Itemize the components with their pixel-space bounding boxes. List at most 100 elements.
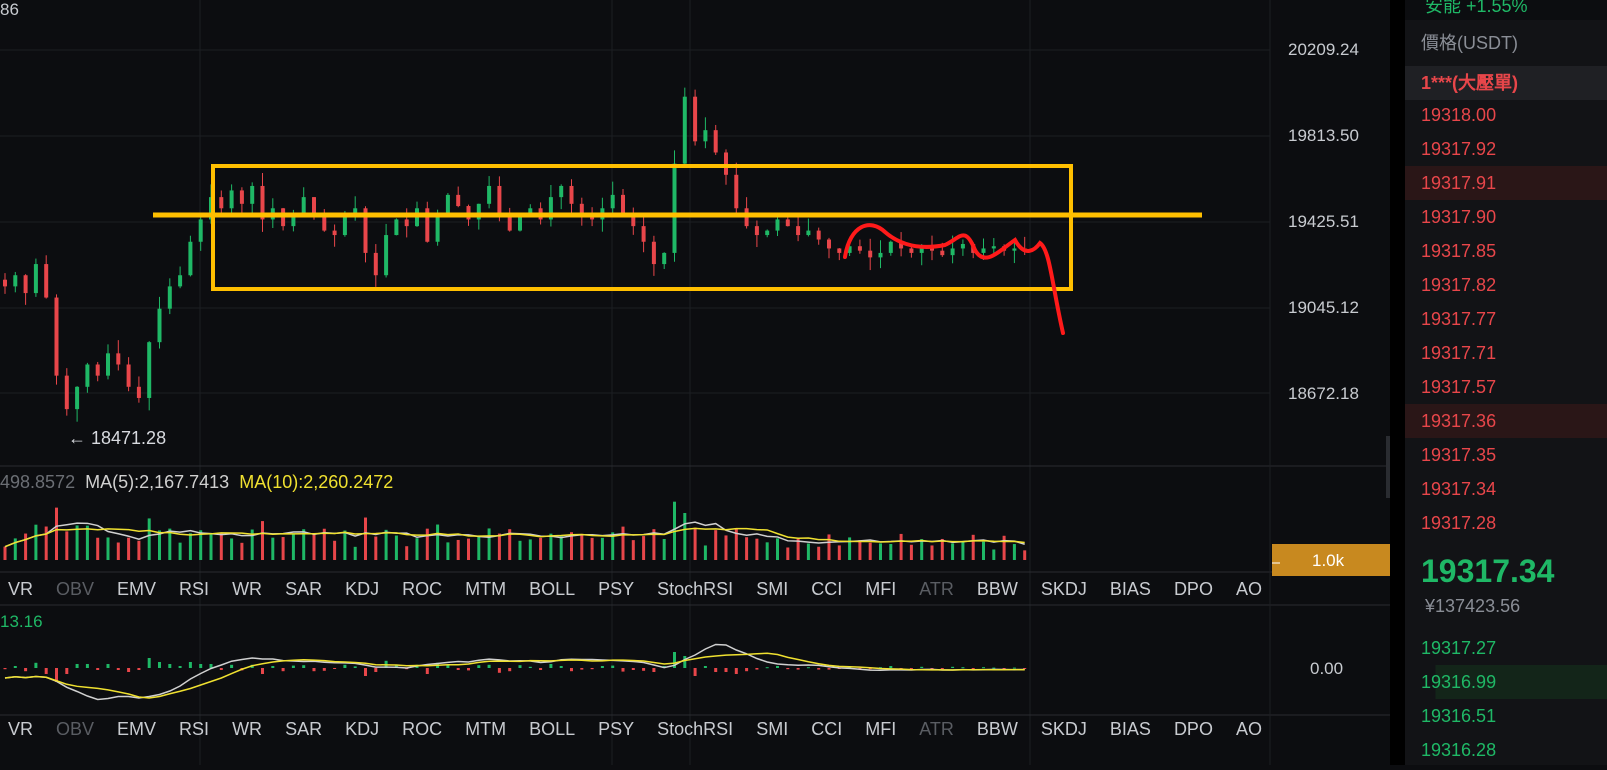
tab-bias[interactable]: BIAS <box>1110 579 1151 600</box>
tab-rsi[interactable]: RSI <box>179 579 209 600</box>
tab-bbw[interactable]: BBW <box>977 579 1018 600</box>
tab-vr[interactable]: VR <box>8 719 33 740</box>
ask-row[interactable]: 19317.92 <box>1405 132 1607 166</box>
tab-mfi[interactable]: MFI <box>865 579 896 600</box>
tab-mtm[interactable]: MTM <box>465 719 506 740</box>
candle <box>54 297 59 376</box>
macd-dea-line <box>4 652 1025 699</box>
volume-bar <box>539 537 543 560</box>
volume-bar <box>837 545 841 560</box>
macd-bar <box>116 668 120 670</box>
tab-cci[interactable]: CCI <box>811 719 842 740</box>
tab-obv[interactable]: OBV <box>56 579 94 600</box>
tab-ao[interactable]: AO <box>1236 579 1262 600</box>
tab-kdj[interactable]: KDJ <box>345 579 379 600</box>
ask-row[interactable]: 19317.77 <box>1405 302 1607 336</box>
tab-wr[interactable]: WR <box>232 579 262 600</box>
ask-row[interactable]: 19317.85 <box>1405 234 1607 268</box>
bid-row[interactable]: 19316.28 <box>1405 733 1607 767</box>
ask-row[interactable]: 19317.35 <box>1405 438 1607 472</box>
candle <box>497 185 502 213</box>
ask-row[interactable]: 19317.28 <box>1405 506 1607 540</box>
macd-bar <box>703 666 707 668</box>
tab-rsi[interactable]: RSI <box>179 719 209 740</box>
big-order-label[interactable]: 1***(大壓單) <box>1405 66 1607 100</box>
candle <box>579 203 584 213</box>
tab-mtm[interactable]: MTM <box>465 579 506 600</box>
tab-sar[interactable]: SAR <box>285 719 322 740</box>
volume-bar <box>693 527 697 560</box>
tab-obv[interactable]: OBV <box>56 719 94 740</box>
tab-mfi[interactable]: MFI <box>865 719 896 740</box>
indicator-tabs-secondary: VR OBV EMV RSI WR SAR KDJ ROC MTM BOLL PSY StochRSI… <box>0 712 1277 746</box>
bid-row[interactable]: 19316.99 <box>1405 665 1607 699</box>
candle <box>662 252 667 265</box>
ask-row[interactable]: 19317.71 <box>1405 336 1607 370</box>
tab-dpo[interactable]: DPO <box>1174 579 1213 600</box>
tab-boll[interactable]: BOLL <box>529 579 575 600</box>
indicator-tabs: VR OBV EMV RSI WR SAR KDJ ROC MTM BOLL PSY StochRSI… <box>0 572 1277 606</box>
tab-atr[interactable]: ATR <box>919 719 954 740</box>
tab-smi[interactable]: SMI <box>756 579 788 600</box>
candle <box>219 197 224 209</box>
candle <box>682 96 687 164</box>
volume-bar <box>281 537 285 560</box>
volume-bar <box>879 543 882 560</box>
bid-row[interactable]: 19316.51 <box>1405 699 1607 733</box>
candle <box>23 275 28 294</box>
tab-roc[interactable]: ROC <box>402 719 442 740</box>
volume-bar <box>765 542 769 560</box>
ask-row[interactable]: 19317.36 <box>1405 404 1607 438</box>
tab-emv[interactable]: EMV <box>117 719 156 740</box>
candle <box>837 248 842 253</box>
volume-bar <box>415 538 419 560</box>
ask-row[interactable]: 19317.82 <box>1405 268 1607 302</box>
macd-bar <box>147 658 151 668</box>
price-chart[interactable] <box>0 0 1396 765</box>
tab-psy[interactable]: PSY <box>598 719 634 740</box>
ask-row[interactable]: 19317.34 <box>1405 472 1607 506</box>
volume-bar <box>178 542 182 560</box>
volume-bar <box>631 540 635 560</box>
ask-row[interactable]: 19317.90 <box>1405 200 1607 234</box>
tab-skdj[interactable]: SKDJ <box>1041 579 1087 600</box>
tab-roc[interactable]: ROC <box>402 579 442 600</box>
ask-row[interactable]: 19318.00 <box>1405 98 1607 132</box>
tab-bbw[interactable]: BBW <box>977 719 1018 740</box>
tab-stochrsi[interactable]: StochRSI <box>657 579 733 600</box>
volume-bar <box>219 533 223 560</box>
panel-divider[interactable] <box>1390 0 1405 765</box>
tab-kdj[interactable]: KDJ <box>345 719 379 740</box>
ask-row[interactable]: 19317.57 <box>1405 370 1607 404</box>
tab-vr[interactable]: VR <box>8 579 33 600</box>
tab-emv[interactable]: EMV <box>117 579 156 600</box>
tab-sar[interactable]: SAR <box>285 579 322 600</box>
tab-psy[interactable]: PSY <box>598 579 634 600</box>
volume-bar <box>353 546 357 560</box>
volume-bar <box>127 537 131 560</box>
tab-wr[interactable]: WR <box>232 719 262 740</box>
tab-atr[interactable]: ATR <box>919 579 954 600</box>
macd-bar <box>281 668 285 672</box>
ma10-value: MA(10):2,260.2472 <box>239 472 394 492</box>
tab-ao[interactable]: AO <box>1236 719 1262 740</box>
volume-bar <box>147 518 151 560</box>
macd-bar <box>333 668 337 669</box>
candle <box>724 152 728 175</box>
macd-bar <box>920 666 924 668</box>
tab-bias[interactable]: BIAS <box>1110 719 1151 740</box>
tab-smi[interactable]: SMI <box>756 719 788 740</box>
candle <box>394 219 399 236</box>
macd-bar <box>24 668 28 672</box>
tab-stochrsi[interactable]: StochRSI <box>657 719 733 740</box>
tab-cci[interactable]: CCI <box>811 579 842 600</box>
ask-row[interactable]: 19317.91 <box>1405 166 1607 200</box>
volume-bar <box>642 536 646 560</box>
bid-row[interactable]: 19317.27 <box>1405 631 1607 665</box>
candle <box>734 174 739 209</box>
tab-skdj[interactable]: SKDJ <box>1041 719 1087 740</box>
tab-dpo[interactable]: DPO <box>1174 719 1213 740</box>
volume-bars <box>3 501 1027 560</box>
tab-boll[interactable]: BOLL <box>529 719 575 740</box>
volume-bar <box>374 536 378 560</box>
